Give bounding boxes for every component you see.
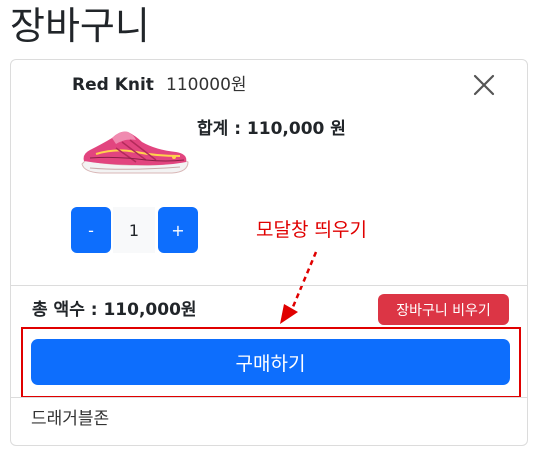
sneaker-image <box>81 131 189 174</box>
card-divider <box>11 285 527 286</box>
quantity-value: 1 <box>113 207 155 253</box>
clear-cart-button[interactable]: 장바구니 비우기 <box>378 294 509 325</box>
annotation-label: 모달창 띄우기 <box>256 219 367 241</box>
cart-total: 총 액수 : 110,000원 <box>32 300 197 320</box>
item-subtotal: 합계 : 110,000 원 <box>197 119 346 139</box>
product-price: 110000원 <box>166 75 247 95</box>
increase-quantity-button[interactable]: + <box>158 207 198 253</box>
card-footer-divider <box>11 397 527 398</box>
close-icon[interactable] <box>472 73 496 97</box>
decrease-quantity-button[interactable]: - <box>71 207 111 253</box>
page-title: 장바구니 <box>10 4 150 48</box>
draggable-zone-label: 드래거블존 <box>31 409 110 429</box>
product-name: Red Knit <box>72 75 154 95</box>
purchase-button[interactable]: 구매하기 <box>31 339 510 385</box>
annotation-arrow <box>280 251 318 324</box>
